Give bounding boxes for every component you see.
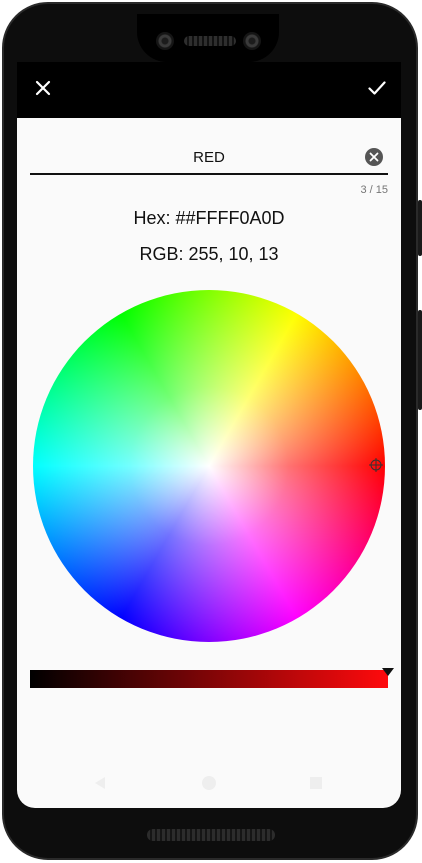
earpiece-speaker [184, 36, 236, 46]
clear-button[interactable] [364, 147, 384, 167]
character-counter: 3 / 15 [360, 184, 388, 196]
confirm-button[interactable] [365, 76, 389, 100]
crosshair-icon [369, 458, 383, 472]
brightness-slider[interactable] [30, 670, 388, 688]
triangle-down-icon [382, 668, 394, 676]
check-icon [368, 81, 386, 95]
screen: RED 3 / 15 Hex: ##FFFF0A0D RGB: 255, 10,… [17, 62, 401, 808]
color-name-field[interactable]: RED [30, 143, 388, 175]
front-camera-right [243, 32, 261, 50]
home-icon [202, 776, 216, 790]
phone-frame: RED 3 / 15 Hex: ##FFFF0A0D RGB: 255, 10,… [0, 0, 422, 863]
back-icon [95, 777, 105, 789]
nav-home-button[interactable] [200, 774, 218, 792]
power-button [418, 200, 422, 256]
hex-value: Hex: ##FFFF0A0D [133, 208, 285, 228]
color-wheel-container [33, 290, 385, 642]
phone-chin-speaker [147, 829, 275, 841]
nav-back-button[interactable] [91, 774, 109, 792]
volume-button [418, 310, 422, 410]
color-wheel[interactable] [33, 290, 385, 642]
system-nav-bar [17, 760, 401, 808]
close-button[interactable] [31, 76, 55, 100]
front-camera-left [156, 32, 174, 50]
clear-circle-icon [365, 148, 383, 166]
close-icon [35, 80, 51, 96]
app-bar [17, 62, 401, 118]
color-name-value[interactable]: RED [30, 149, 388, 166]
recents-icon [310, 777, 322, 789]
color-picker-panel: RED 3 / 15 Hex: ##FFFF0A0D RGB: 255, 10,… [17, 118, 401, 808]
nav-recents-button[interactable] [307, 774, 325, 792]
rgb-value: RGB: 255, 10, 13 [139, 244, 279, 264]
color-wheel-handle[interactable] [369, 458, 383, 472]
brightness-slider-thumb[interactable] [382, 663, 394, 676]
